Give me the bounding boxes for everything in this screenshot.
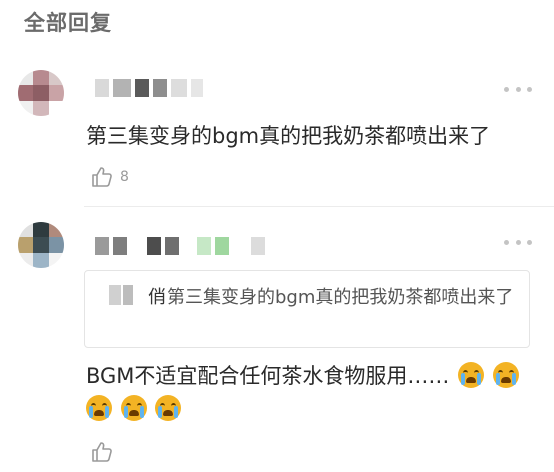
quoted-username-tail: 俏 xyxy=(148,287,166,308)
comment-text: 第三集变身的bgm真的把我奶茶都喷出来了 xyxy=(86,124,491,148)
quoted-text: 俏 第三集变身的bgm真的把我奶茶都喷出来了 xyxy=(103,283,521,313)
quoted-reply[interactable]: 俏 第三集变身的bgm真的把我奶茶都喷出来了 xyxy=(84,270,530,348)
reply-panel: 全部回复 第三集变身的bgm真的把我奶茶都喷出来了 8 俏 第三集变身的bgm真… xyxy=(0,0,554,472)
avatar[interactable] xyxy=(18,222,64,268)
crying-face-emoji xyxy=(492,362,519,388)
like-button[interactable]: 8 xyxy=(90,165,129,189)
crying-face-emoji xyxy=(120,395,147,421)
emoji-row xyxy=(84,395,182,421)
more-dots-icon[interactable] xyxy=(504,237,532,247)
comment-text: BGM不适宜配合任何茶水食物服用…… xyxy=(86,360,519,390)
crying-face-emoji xyxy=(458,362,485,388)
comment-text-body: BGM不适宜配合任何茶水食物服用…… xyxy=(86,364,450,388)
avatar[interactable] xyxy=(18,70,64,116)
more-dots-icon[interactable] xyxy=(504,84,532,94)
crying-face-emoji xyxy=(86,395,112,421)
thumbs-up-icon xyxy=(92,442,112,462)
crying-face-emoji xyxy=(155,395,182,421)
username-blurred[interactable] xyxy=(95,79,203,97)
like-count: 8 xyxy=(120,169,129,185)
username-blurred[interactable] xyxy=(95,237,265,255)
divider xyxy=(84,206,554,207)
thumbs-up-icon xyxy=(92,167,112,187)
all-replies-title: 全部回复 xyxy=(24,11,112,35)
quoted-comment-text: 第三集变身的bgm真的把我奶茶都喷出来了 xyxy=(167,287,514,308)
like-button[interactable] xyxy=(90,440,120,464)
